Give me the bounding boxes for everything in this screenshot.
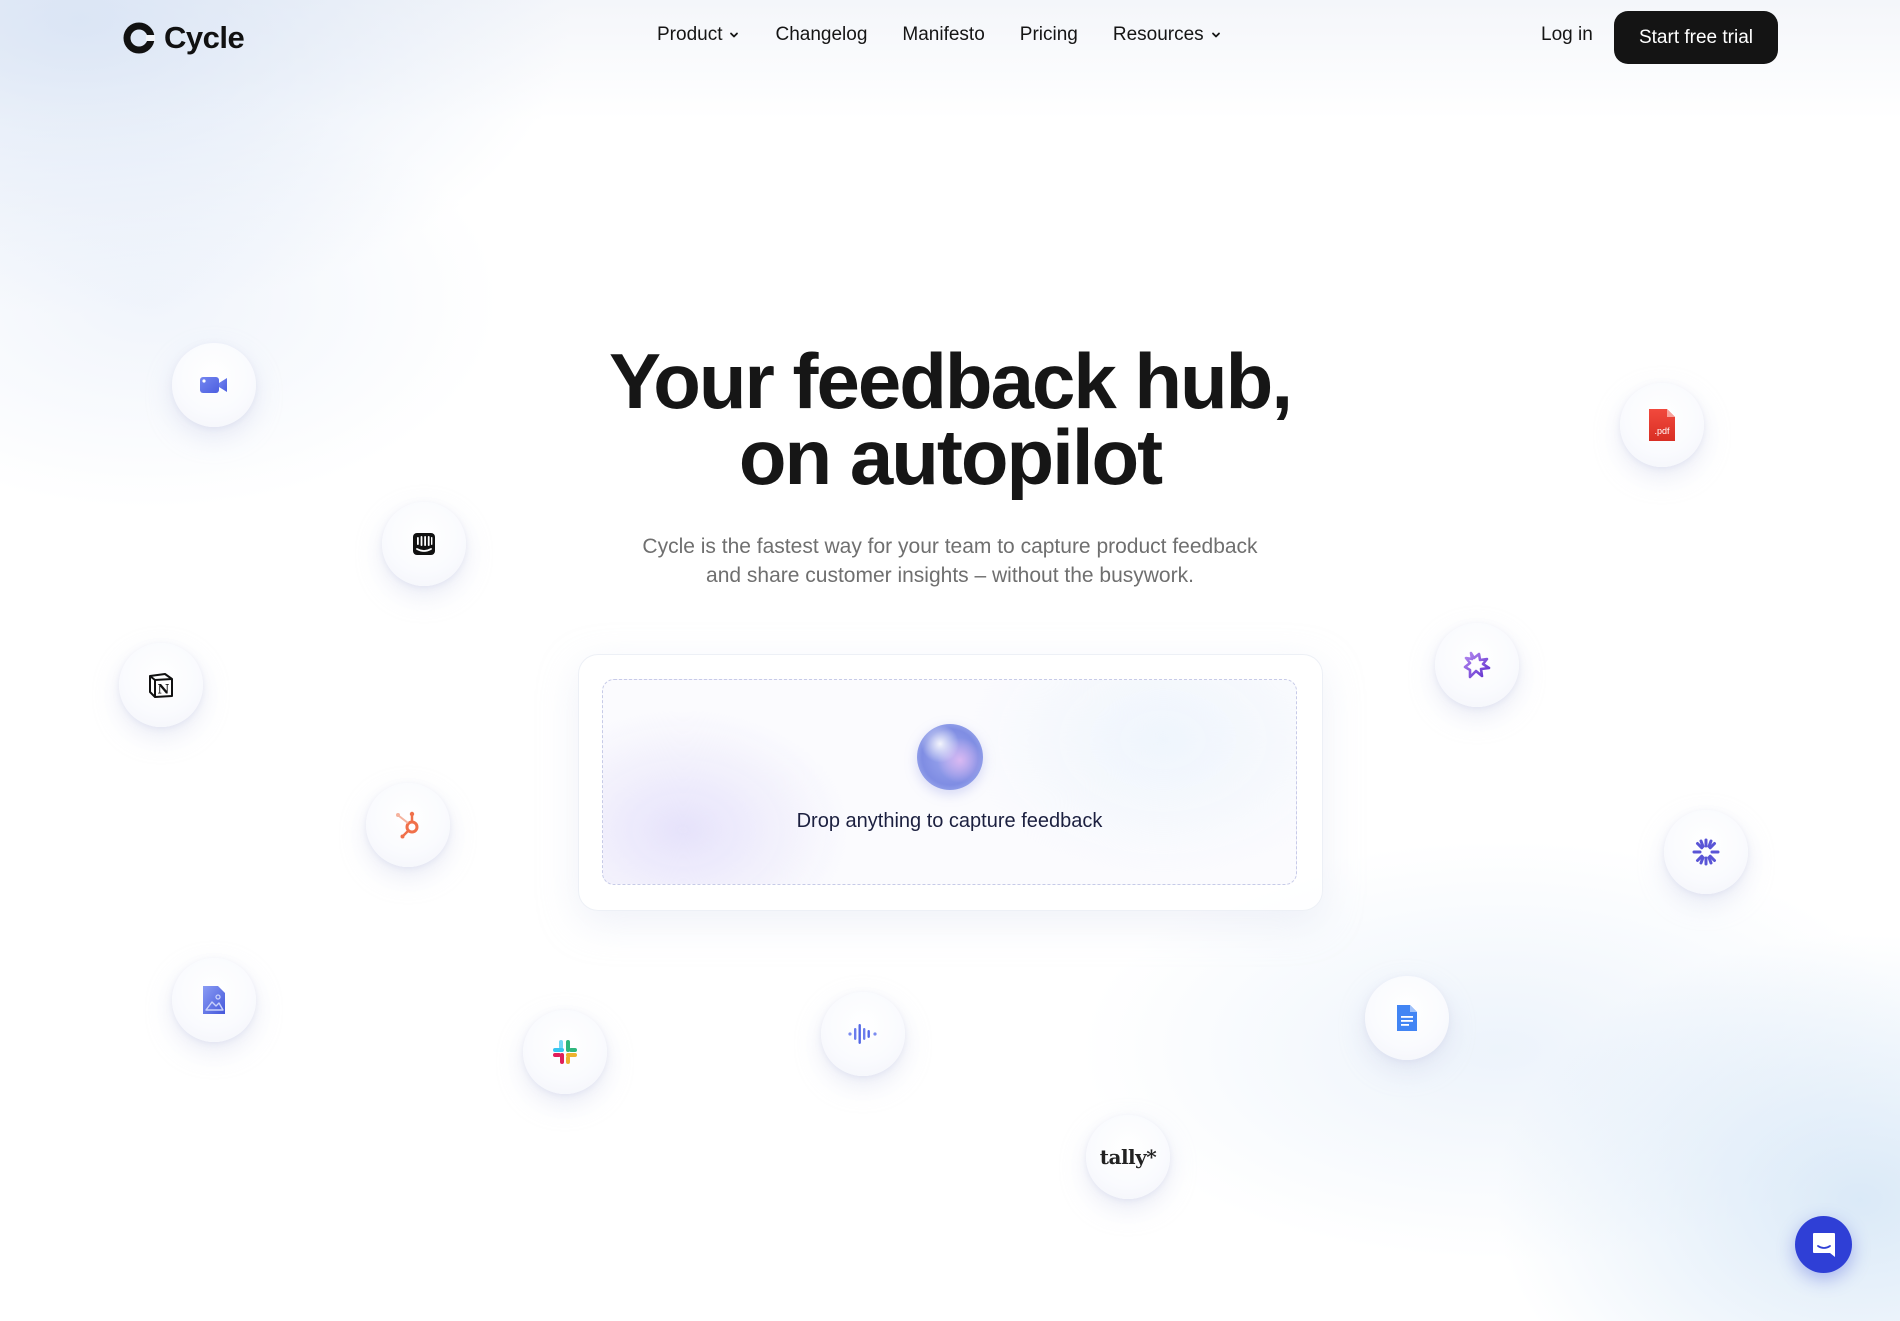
nav-item-pricing[interactable]: Pricing xyxy=(1020,24,1078,46)
hero-subtitle: Cycle is the fastest way for your team t… xyxy=(0,532,1900,590)
nav-item-label: Product xyxy=(657,24,723,45)
nav-item-product[interactable]: Product xyxy=(657,24,740,46)
brand-name: Cycle xyxy=(164,20,245,55)
chevron-down-icon xyxy=(1211,32,1220,38)
pdf-file-icon: .pdf xyxy=(1649,409,1675,441)
nav-item-label: Changelog xyxy=(775,24,868,45)
integration-hubspot[interactable] xyxy=(366,783,450,867)
integration-video-camera[interactable] xyxy=(172,343,256,427)
integration-loader[interactable] xyxy=(1664,810,1748,894)
hero-title-line1: Your feedback hub, xyxy=(609,337,1293,425)
hero-title-line2: on autopilot xyxy=(738,413,1163,501)
chevron-down-icon xyxy=(730,32,739,38)
chat-launcher-button[interactable] xyxy=(1795,1216,1852,1273)
hero-subtitle-line1: Cycle is the fastest way for your team t… xyxy=(642,535,1258,558)
start-free-trial-button[interactable]: Start free trial xyxy=(1614,11,1778,64)
dropzone-label: Drop anything to capture feedback xyxy=(796,810,1103,832)
chat-bubble-icon xyxy=(1812,1232,1835,1257)
login-link[interactable]: Log in xyxy=(1541,24,1593,46)
integration-intercom[interactable] xyxy=(382,502,466,586)
integration-tally[interactable]: tally* xyxy=(1086,1115,1170,1199)
hero-subtitle-line2: and share customer insights – without th… xyxy=(706,564,1194,587)
starburst-icon xyxy=(1692,838,1720,866)
video-camera-icon xyxy=(200,377,227,393)
integration-google-docs[interactable] xyxy=(1365,976,1449,1060)
nav-item-resources[interactable]: Resources xyxy=(1113,24,1222,46)
google-docs-icon xyxy=(1397,1005,1417,1031)
integration-gong[interactable] xyxy=(1435,623,1519,707)
integration-slack[interactable] xyxy=(523,1010,607,1094)
image-file-icon xyxy=(203,986,225,1014)
main-nav: Product Changelog Manifesto Pricing Reso… xyxy=(657,24,1257,46)
pdf-label: .pdf xyxy=(1654,426,1670,436)
orb-icon xyxy=(917,724,983,790)
brand-logo-link[interactable]: Cycle xyxy=(122,20,245,56)
integration-notion[interactable]: N xyxy=(119,643,203,727)
integration-image-file[interactable] xyxy=(172,958,256,1042)
nav-item-label: Pricing xyxy=(1019,24,1078,45)
slack-icon xyxy=(553,1040,577,1064)
site-header: Cycle Product Changelog Manifesto Pricin… xyxy=(0,0,1900,76)
tally-logo: tally* xyxy=(1099,1145,1157,1169)
nav-item-manifesto[interactable]: Manifesto xyxy=(902,24,984,46)
integration-audio[interactable] xyxy=(821,992,905,1076)
cycle-logo-icon xyxy=(122,21,156,55)
nav-item-label: Manifesto xyxy=(902,24,985,45)
integration-pdf[interactable]: .pdf xyxy=(1620,383,1704,467)
hubspot-icon xyxy=(396,811,419,839)
hero-title: Your feedback hub, on autopilot xyxy=(0,342,1900,496)
svg-text:N: N xyxy=(158,683,170,698)
audio-waveform-icon xyxy=(848,1024,877,1044)
nav-item-changelog[interactable]: Changelog xyxy=(775,24,867,46)
nav-item-label: Resources xyxy=(1112,24,1204,45)
notion-icon: N xyxy=(149,673,173,698)
gong-icon xyxy=(1463,651,1491,679)
intercom-icon xyxy=(413,533,435,555)
